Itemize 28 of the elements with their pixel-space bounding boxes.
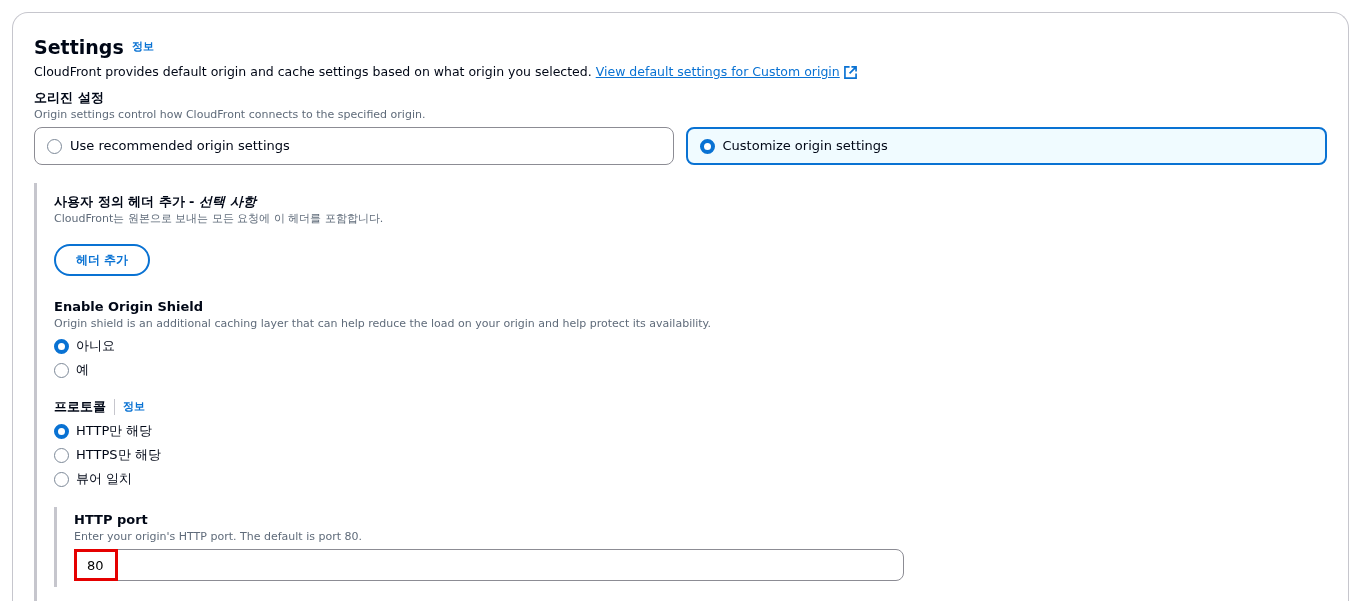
radio-label: 예	[76, 361, 89, 380]
info-link[interactable]: 정보	[131, 38, 154, 56]
field-label: 오리진 설정	[34, 89, 105, 107]
field-label: 프로토콜	[54, 398, 106, 416]
add-header-button[interactable]: 헤더 추가	[54, 244, 151, 276]
radio-button[interactable]	[54, 423, 69, 439]
radio-button[interactable]	[54, 362, 69, 378]
field-description: Origin settings control how CloudFront connects to the specified origin.	[34, 107, 427, 123]
option-tile[interactable]: Customize origin settings	[685, 127, 1327, 165]
field-label: 사용자 정의 헤더 추가 - 선택 사항	[54, 193, 259, 211]
field-label: HTTP port	[74, 511, 149, 529]
description-text: CloudFront provides default origin and cache settings based on what origin you selected.	[34, 63, 592, 81]
option-tile[interactable]: Use recommended origin settings	[34, 127, 674, 165]
field-label: Enable Origin Shield	[54, 298, 205, 316]
radio-label: HTTP만 해당	[76, 422, 153, 441]
radio-button[interactable]	[54, 471, 69, 487]
section-title: Settings	[34, 35, 124, 59]
info-link[interactable]: 정보	[123, 398, 145, 416]
field-description: CloudFront는 원본으로 보내는 모든 요청에 이 헤더를 포함합니다.	[54, 211, 385, 227]
radio-button[interactable]	[54, 447, 69, 463]
radio-label: HTTPS만 해당	[76, 446, 161, 465]
radio-button[interactable]	[54, 338, 69, 354]
radio-label: 아니요	[76, 337, 115, 356]
external-link[interactable]: View default settings for Custom origin	[595, 63, 857, 81]
external-link-icon	[843, 65, 857, 79]
field-description: Origin shield is an additional caching layer that can help reduce the load on your origin and help protect its availability.	[54, 316, 713, 332]
field-description: Enter your origin's HTTP port. The default is port 80.	[74, 529, 363, 545]
radio-label: 뷰어 일치	[76, 470, 133, 489]
